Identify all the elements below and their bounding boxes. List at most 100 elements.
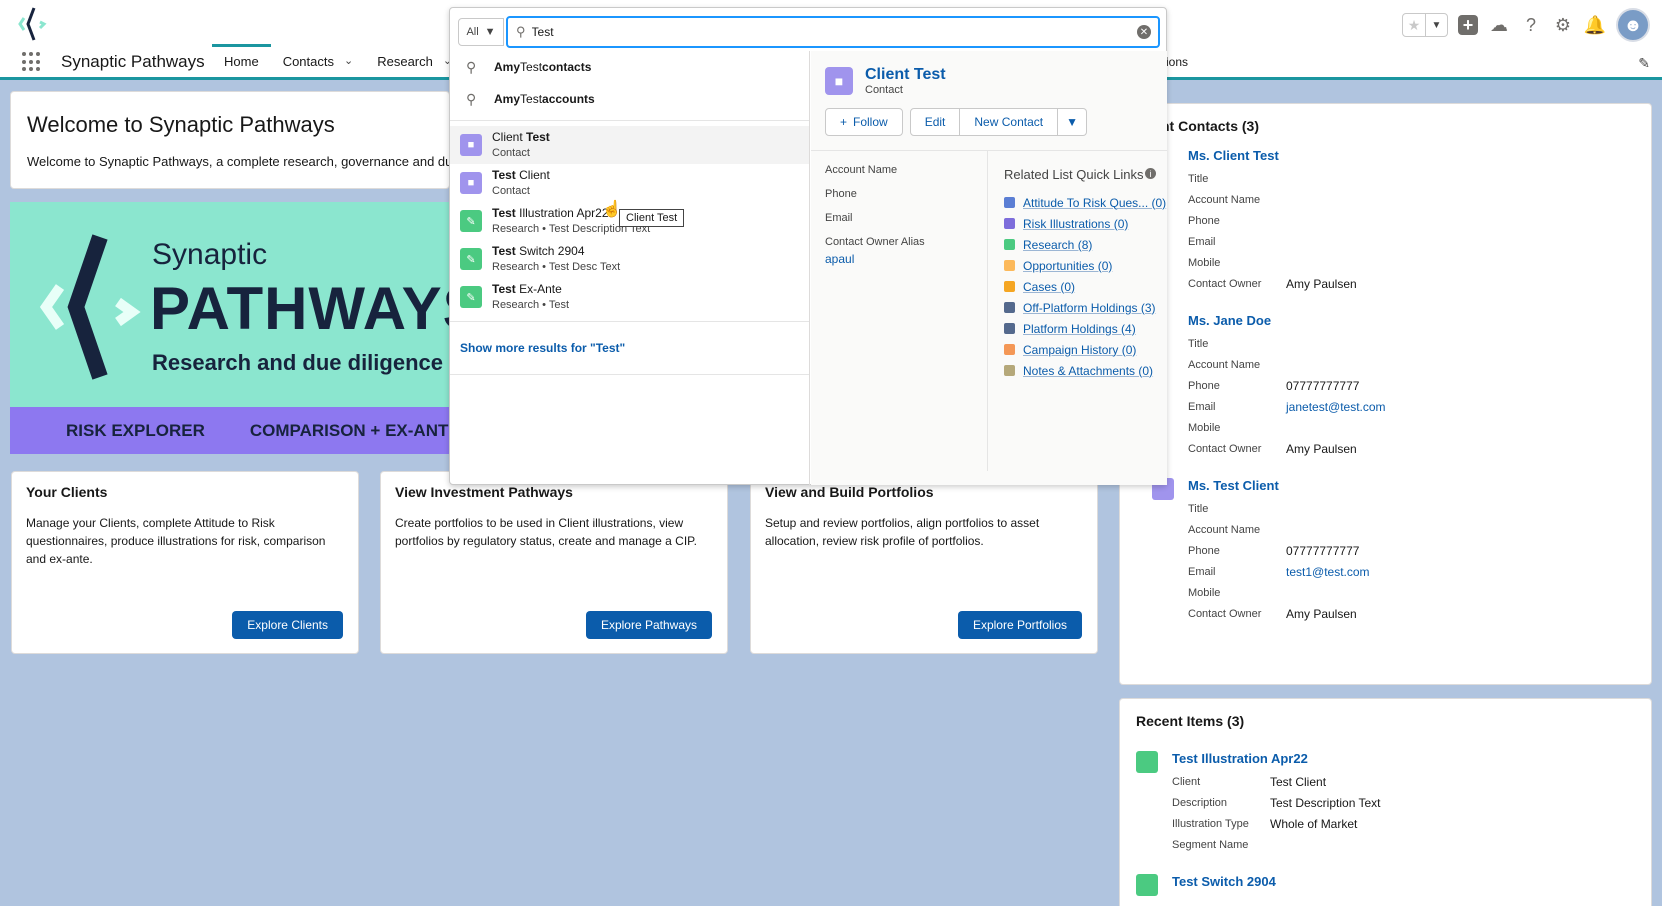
contact-icon: ■ — [825, 67, 853, 95]
search-input[interactable] — [531, 25, 1122, 39]
follow-button[interactable]: + Follow — [825, 108, 903, 136]
field-label: Email — [1188, 401, 1216, 413]
search-suggestion[interactable]: ⚲ Amy Test accounts — [450, 83, 809, 115]
recent-item-link[interactable]: Test Illustration Apr22 — [1172, 751, 1635, 766]
field-label: Contact Owner — [1188, 608, 1262, 620]
nav-item-partial[interactable]: ions — [1166, 55, 1188, 69]
trailhead-cloud-icon[interactable]: ☁ — [1488, 14, 1510, 36]
bell-icon[interactable]: 🔔 — [1584, 14, 1606, 36]
sugg-post: contacts — [542, 60, 592, 74]
email-link[interactable]: test1@test.com — [1286, 562, 1370, 583]
result-text: Client Test Contact — [492, 129, 550, 161]
edit-button[interactable]: Edit — [909, 108, 961, 136]
explore-pathways-button[interactable]: Explore Pathways — [585, 611, 712, 639]
chevron-down-icon: ▼ — [1066, 115, 1078, 129]
nav-item-home[interactable]: Home — [212, 44, 271, 77]
tile-text: Manage your Clients, complete Attitude t… — [26, 516, 326, 566]
tile-build-portfolios: View and Build Portfolios Setup and revi… — [750, 471, 1098, 654]
field-row: Phone 07777777777 — [1188, 376, 1635, 397]
divider — [450, 321, 809, 322]
nav-label: Research — [377, 54, 433, 69]
field-label: Title — [1188, 503, 1209, 515]
search-suggestion[interactable]: ⚲ Amy Test contacts — [450, 51, 809, 83]
nav-item-contacts[interactable]: Contacts ⌄ — [271, 44, 366, 77]
recent-contacts-card: nt Contacts (3) Ms. Client Test Title Ac… — [1119, 103, 1652, 685]
follow-label: Follow — [853, 115, 888, 129]
related-quick-links: Related List Quick Links i Attitude To Ri… — [1004, 166, 1166, 381]
contact-name-link[interactable]: Ms. Test Client — [1188, 478, 1635, 493]
gear-icon[interactable]: ⚙ — [1552, 14, 1574, 36]
banner-link-risk-explorer[interactable]: RISK EXPLORER — [66, 421, 205, 441]
field-row: Email janetest@test.com — [1188, 397, 1635, 418]
field-row: Phone 07777777777 — [1188, 541, 1635, 562]
new-contact-button[interactable]: New Contact — [960, 108, 1059, 136]
favorites-group[interactable]: ★ ▼ — [1402, 13, 1448, 37]
search-result[interactable]: ■ Test Client Contact — [450, 164, 809, 202]
chevron-down-icon[interactable]: ▼ — [1425, 14, 1447, 36]
quick-link[interactable]: Opportunities (0) — [1004, 255, 1164, 276]
field-label: Contact Owner — [1188, 278, 1262, 290]
explore-clients-button[interactable]: Explore Clients — [232, 611, 343, 639]
help-icon[interactable]: ? — [1520, 14, 1542, 36]
quick-link[interactable]: Off-Platform Holdings (3) — [1004, 297, 1164, 318]
tile-title: View and Build Portfolios — [765, 484, 934, 500]
search-result[interactable]: ✎ Test Switch 2904 Research • Test Desc … — [450, 240, 809, 278]
star-icon[interactable]: ★ — [1403, 14, 1425, 36]
chevron-down-icon[interactable]: ⌄ — [344, 54, 353, 77]
preview-title-block: Client Test Contact — [865, 66, 946, 96]
result-title: Test Client — [492, 168, 550, 182]
search-result[interactable]: ■ Client Test Contact — [450, 126, 809, 164]
field-value: 07777777777 — [1286, 379, 1360, 393]
clear-icon[interactable]: ✕ — [1137, 25, 1151, 39]
search-result[interactable]: ✎ Test Ex-Ante Research • Test — [450, 278, 809, 316]
result-title: Test Switch 2904 — [492, 244, 585, 258]
welcome-title: Welcome to Synaptic Pathways — [27, 112, 335, 137]
global-actions-plus-icon[interactable]: + — [1458, 15, 1478, 35]
quick-link[interactable]: Campaign History (0) — [1004, 339, 1164, 360]
edit-nav-pencil-icon[interactable]: ✎ — [1638, 55, 1650, 72]
field-value: Test Description Text — [1270, 796, 1381, 810]
divider — [811, 150, 1167, 151]
list-item: Ms. Client Test Title Account Name Phone… — [1136, 148, 1635, 295]
field-label: Email — [1188, 236, 1216, 248]
field-row: Email test1@test.com — [1188, 562, 1635, 583]
explore-portfolios-button[interactable]: Explore Portfolios — [957, 611, 1082, 639]
email-link[interactable]: janetest@test.com — [1286, 397, 1386, 418]
result-subtitle: Contact — [492, 185, 530, 197]
field-row: Client Test Client — [1172, 772, 1635, 793]
app-launcher-icon[interactable] — [22, 52, 42, 72]
related-list-icon — [1004, 239, 1015, 250]
field-label: Mobile — [1188, 422, 1221, 434]
owner-alias-link[interactable]: apaul — [825, 252, 925, 266]
banner-link-comparison[interactable]: COMPARISON + EX-ANT — [250, 421, 449, 441]
divider — [450, 374, 809, 375]
field-label: Title — [1188, 338, 1209, 350]
avatar[interactable]: ☻ — [1616, 8, 1650, 42]
info-icon[interactable]: i — [1145, 168, 1156, 179]
recent-items-card: Recent Items (3) Test Illustration Apr22… — [1119, 698, 1652, 906]
recent-item-link[interactable]: Test Switch 2904 — [1172, 874, 1635, 889]
quick-link[interactable]: Risk Illustrations (0) — [1004, 213, 1164, 234]
contact-name-link[interactable]: Ms. Jane Doe — [1188, 313, 1635, 328]
quick-link[interactable]: Platform Holdings (4) — [1004, 318, 1164, 339]
field-row: Account Name — [1188, 190, 1635, 211]
contact-name-link[interactable]: Ms. Client Test — [1188, 148, 1635, 163]
app-logo[interactable] — [14, 4, 54, 44]
more-actions-button[interactable]: ▼ — [1058, 108, 1087, 136]
sugg-pre: Amy — [494, 60, 521, 74]
quick-link[interactable]: Cases (0) — [1004, 276, 1164, 297]
preview-name-link[interactable]: Client Test — [865, 66, 946, 84]
field-value: 07777777777 — [1286, 544, 1360, 558]
quick-link[interactable]: Attitude To Risk Ques... (0) — [1004, 192, 1166, 213]
quick-link[interactable]: Research (8) — [1004, 234, 1164, 255]
search-scope-select[interactable]: All ▼ — [458, 18, 504, 46]
search-box[interactable]: ⚲ ✕ — [506, 16, 1160, 48]
quick-link[interactable]: Notes & Attachments (0) — [1004, 360, 1164, 381]
field-label: Client — [1172, 776, 1201, 788]
welcome-card: Welcome to Synaptic Pathways Welcome to … — [10, 91, 473, 189]
show-more-results-link[interactable]: Show more results for "Test" — [450, 327, 809, 369]
sugg-mid: Test — [520, 60, 543, 74]
result-subtitle: Research • Test — [492, 299, 570, 311]
field-row: Contact Owner Amy Paulsen — [1188, 439, 1635, 460]
field-value: Test Client — [1270, 775, 1327, 789]
